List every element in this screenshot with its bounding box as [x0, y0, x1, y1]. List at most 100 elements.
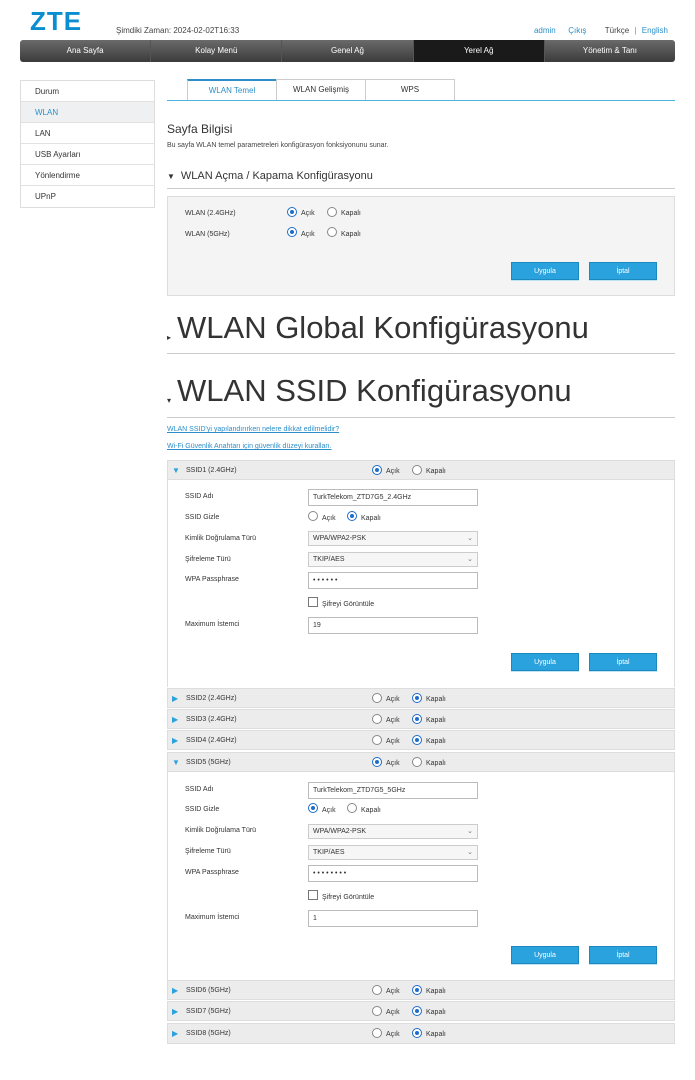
ssid1-apply-button[interactable]: Uygula [511, 653, 579, 671]
ssid1-enc-select[interactable]: TKIP/AES ⌄ [308, 552, 478, 567]
ssid2-off-radio[interactable] [412, 693, 422, 703]
security-rules-link[interactable]: Wi-Fi Güvenlik Anahtarı için güvenlik dü… [167, 443, 332, 450]
ssid4-off-radio[interactable] [412, 735, 422, 745]
wlan24-off-radio[interactable] [327, 207, 337, 217]
sidebar-item-upnp[interactable]: UPnP [21, 186, 154, 207]
ssid1-body: SSID Adı TurkTelekom_ZTD7G5_2.4GHz SSID … [167, 480, 675, 687]
nav-management[interactable]: Yönetim & Tanı [545, 40, 675, 62]
ssid5-hide-off-radio[interactable] [347, 803, 357, 813]
ssid5-enc-select[interactable]: TKIP/AES ⌄ [308, 845, 478, 860]
triangle-right-icon: ▶ [172, 1029, 179, 1038]
user-link[interactable]: admin [534, 26, 556, 35]
nav-home[interactable]: Ana Sayfa [20, 40, 152, 62]
wpa-label: WPA Passphrase [185, 869, 239, 876]
wlan5-on-radio[interactable] [287, 227, 297, 237]
auth-label: Kimlik Doğrulama Türü [185, 827, 257, 834]
ssid5-off-label: Kapalı [426, 760, 446, 767]
sidebar-item-status[interactable]: Durum [21, 81, 154, 102]
wlan24-label: WLAN (2.4GHz) [185, 210, 236, 217]
ssid8-on-label: Açık [386, 1031, 400, 1038]
ssid8-row[interactable]: ▶ SSID8 (5GHz) Açık Kapalı [167, 1023, 675, 1044]
ssid2-on-radio[interactable] [372, 693, 382, 703]
ssid5-auth-select[interactable]: WPA/WPA2-PSK ⌄ [308, 824, 478, 839]
ssid1-on-radio[interactable] [372, 465, 382, 475]
ssid5-row[interactable]: ▼ SSID5 (5GHz) Açık Kapalı [167, 752, 675, 772]
ssid5-apply-button[interactable]: Uygula [511, 946, 579, 964]
ssid1-enc-value: TKIP/AES [313, 556, 345, 563]
ssid-help-link[interactable]: WLAN SSID'yi yapılandırırken nelere dikk… [167, 426, 339, 433]
tab-wlan-advanced[interactable]: WLAN Gelişmiş [276, 79, 366, 101]
ssid1-off-radio[interactable] [412, 465, 422, 475]
ssid4-on-radio[interactable] [372, 735, 382, 745]
nav-easy-menu[interactable]: Kolay Menü [151, 40, 283, 62]
ssid7-off-radio[interactable] [412, 1006, 422, 1016]
ssid1-name-input[interactable]: TurkTelekom_ZTD7G5_2.4GHz [308, 489, 478, 506]
ssid1-auth-select[interactable]: WPA/WPA2-PSK ⌄ [308, 531, 478, 546]
onoff-section-title: WLAN Açma / Kapama Konfigürasyonu [180, 170, 373, 182]
ssid5-auth-value: WPA/WPA2-PSK [313, 828, 367, 835]
tab-bar: WLAN Temel WLAN Gelişmiş WPS [187, 79, 455, 101]
ssid6-on-radio[interactable] [372, 985, 382, 995]
sidebar-item-lan[interactable]: LAN [21, 123, 154, 144]
ssid-name-label: SSID Adı [185, 493, 214, 500]
ssid7-row[interactable]: ▶ SSID7 (5GHz) Açık Kapalı [167, 1001, 675, 1021]
sidebar-item-usb[interactable]: USB Ayarları [21, 144, 154, 165]
ssid5-wpa-input[interactable]: • • • • • • • • [308, 865, 478, 882]
ssid3-off-radio[interactable] [412, 714, 422, 724]
tab-wlan-basic[interactable]: WLAN Temel [187, 79, 277, 101]
ssid1-row[interactable]: ▼ SSID1 (2.4GHz) Açık Kapalı [167, 460, 675, 480]
ssid5-title: SSID5 (5GHz) [186, 759, 231, 766]
onoff-cancel-button[interactable]: İptal [589, 262, 657, 280]
ssid3-row[interactable]: ▶ SSID3 (2.4GHz) Açık Kapalı [167, 709, 675, 729]
nav-lan[interactable]: Yerel Ağ [413, 40, 545, 62]
ssid3-title: SSID3 (2.4GHz) [186, 716, 237, 723]
ssid1-hide-off-label: Kapalı [361, 515, 381, 522]
chevron-down-icon: ⌄ [467, 849, 473, 856]
ssid4-title: SSID4 (2.4GHz) [186, 737, 237, 744]
ssid8-on-radio[interactable] [372, 1028, 382, 1038]
sidebar-item-routing[interactable]: Yönlendirme [21, 165, 154, 186]
logout-link[interactable]: Çıkış [568, 26, 586, 35]
ssid1-hide-on-radio[interactable] [308, 511, 318, 521]
nav-wan[interactable]: Genel Ağ [282, 40, 414, 62]
ssid7-on-radio[interactable] [372, 1006, 382, 1016]
wlan5-on-label: Açık [301, 231, 315, 238]
ssid5-cancel-button[interactable]: İptal [589, 946, 657, 964]
global-section-header[interactable]: ▸ WLAN Global Konfigürasyonu [167, 310, 675, 356]
ssid-section-header[interactable]: ▾ WLAN SSID Konfigürasyonu [167, 373, 675, 419]
ssid6-title: SSID6 (5GHz) [186, 987, 231, 994]
ssid6-off-radio[interactable] [412, 985, 422, 995]
ssid1-cancel-button[interactable]: İptal [589, 653, 657, 671]
ssid5-on-radio[interactable] [372, 757, 382, 767]
ssid2-row[interactable]: ▶ SSID2 (2.4GHz) Açık Kapalı [167, 688, 675, 708]
ssid5-show-pw-checkbox[interactable] [308, 890, 318, 900]
onoff-apply-button[interactable]: Uygula [511, 262, 579, 280]
ssid1-hide-off-radio[interactable] [347, 511, 357, 521]
sidebar: Durum WLAN LAN USB Ayarları Yönlendirme … [20, 80, 155, 208]
wlan24-on-radio[interactable] [287, 207, 297, 217]
chevron-down-icon: ⌄ [467, 556, 473, 563]
ssid5-hide-on-radio[interactable] [308, 803, 318, 813]
lang-turkish[interactable]: Türkçe [605, 26, 629, 35]
sidebar-item-wlan[interactable]: WLAN [21, 102, 154, 123]
ssid5-off-radio[interactable] [412, 757, 422, 767]
lang-english[interactable]: English [642, 26, 668, 35]
ssid5-max-input[interactable]: 1 [308, 910, 478, 927]
ssid3-on-radio[interactable] [372, 714, 382, 724]
tab-wps[interactable]: WPS [365, 79, 455, 101]
ssid8-off-radio[interactable] [412, 1028, 422, 1038]
ssid1-max-input[interactable]: 19 [308, 617, 478, 634]
chevron-down-icon: ⌄ [467, 828, 473, 835]
ssid1-show-pw-checkbox[interactable] [308, 597, 318, 607]
ssid1-wpa-input[interactable]: • • • • • • [308, 572, 478, 589]
ssid7-off-label: Kapalı [426, 1009, 446, 1016]
onoff-section-header[interactable]: ▼ WLAN Açma / Kapama Konfigürasyonu [167, 170, 675, 182]
divider [167, 353, 675, 354]
triangle-right-icon: ▶ [172, 715, 179, 724]
ssid-hide-label: SSID Gizle [185, 806, 220, 813]
ssid4-row[interactable]: ▶ SSID4 (2.4GHz) Açık Kapalı [167, 730, 675, 750]
ssid4-on-label: Açık [386, 738, 400, 745]
wlan5-off-radio[interactable] [327, 227, 337, 237]
ssid6-row[interactable]: ▶ SSID6 (5GHz) Açık Kapalı [167, 980, 675, 1000]
ssid5-name-input[interactable]: TurkTelekom_ZTD7G5_5GHz [308, 782, 478, 799]
